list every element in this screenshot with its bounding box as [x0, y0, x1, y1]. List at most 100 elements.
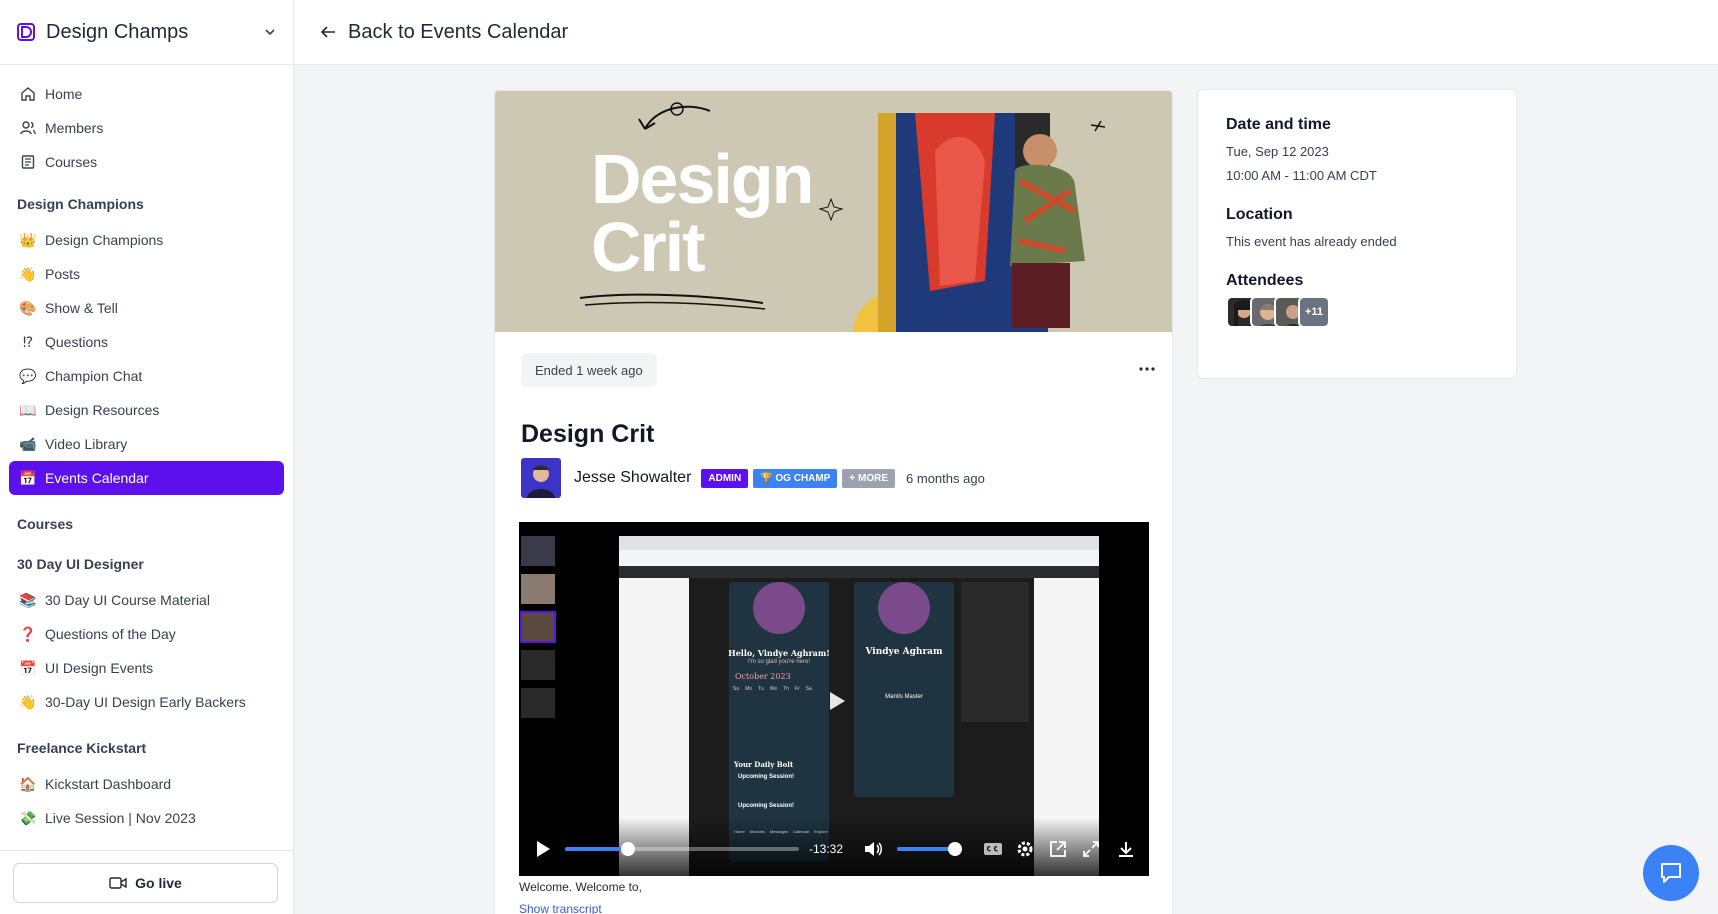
chat-support-button[interactable]	[1643, 845, 1699, 901]
volume-icon[interactable]	[864, 840, 884, 858]
volume-fill	[897, 847, 955, 851]
wave-hand-icon: 👋	[19, 694, 37, 710]
community-switcher[interactable]: Design Champs	[0, 0, 293, 65]
sidebar-item-members[interactable]: Members	[9, 111, 284, 145]
crown-icon: 👑	[19, 232, 37, 248]
weekday: Mo	[745, 686, 753, 692]
volume-slider[interactable]	[897, 842, 962, 856]
sidebar-item-label: Video Library	[45, 436, 128, 452]
screen-month: October 2023	[735, 672, 791, 681]
attendee-list[interactable]: +11	[1226, 296, 1488, 328]
event-video-player[interactable]: Hello, Vindye Aghram! I'm so glad you're…	[519, 522, 1149, 876]
event-banner: Design Crit	[495, 91, 1172, 332]
weekday: Fr	[795, 686, 800, 692]
screen-greeting: Hello, Vindye Aghram!	[728, 648, 830, 658]
sidebar-item-label: Home	[45, 86, 83, 102]
more-options-button[interactable]	[1135, 359, 1159, 379]
event-details-card: Date and time Tue, Sep 12 2023 10:00 AM …	[1197, 89, 1517, 379]
more-badges-button[interactable]: + MORE	[842, 468, 896, 488]
screen-tab: Calendar	[793, 829, 810, 834]
question-mark-icon: ❓	[19, 626, 37, 642]
sidebar-item-label: Members	[45, 120, 104, 136]
attendees-more-count[interactable]: +11	[1298, 296, 1330, 328]
sidebar-item-label: Show & Tell	[45, 300, 118, 316]
sidebar-footer: Go live	[0, 850, 294, 914]
sidebar-item-ui-design-events[interactable]: 📅 UI Design Events	[9, 651, 284, 685]
seek-bar-fill	[565, 847, 629, 851]
sidebar-item-30-day-course-material[interactable]: 📚 30 Day UI Course Material	[9, 583, 284, 617]
sidebar-item-label: Events Calendar	[45, 470, 149, 486]
back-to-events-link[interactable]: Back to Events Calendar	[320, 21, 568, 44]
screen-tab: Messages	[769, 829, 789, 834]
sidebar-nav: Home Members Courses Design Champions 👑 …	[0, 65, 293, 850]
admin-badge: ADMIN	[701, 468, 749, 488]
screen-daily: Your Daily Bolt	[734, 760, 794, 769]
host-name[interactable]: Jesse Showalter	[574, 469, 691, 487]
settings-gear-icon[interactable]	[1016, 840, 1034, 858]
sidebar-item-label: 30 Day UI Course Material	[45, 592, 210, 608]
sidebar-item-posts[interactable]: 👋 Posts	[9, 257, 284, 291]
calendar-icon: 📅	[19, 660, 37, 676]
sidebar-item-courses[interactable]: Courses	[9, 145, 284, 179]
play-icon[interactable]	[535, 840, 551, 858]
go-live-button[interactable]: Go live	[13, 863, 278, 903]
sidebar: Design Champs Home Members Courses Desig…	[0, 0, 294, 914]
status-badge: Ended 1 week ago	[521, 353, 657, 387]
home-icon	[19, 85, 37, 103]
event-host: Jesse Showalter ADMIN 🏆 OG CHAMP + MORE …	[521, 458, 985, 498]
top-bar: Back to Events Calendar	[294, 0, 1718, 65]
back-label: Back to Events Calendar	[348, 20, 569, 43]
chevron-down-icon	[265, 29, 275, 36]
brand-logo-icon	[17, 23, 35, 41]
seek-bar[interactable]	[565, 842, 799, 856]
sidebar-item-video-library[interactable]: 📹 Video Library	[9, 427, 284, 461]
video-caption: Welcome. Welcome to,	[519, 880, 642, 894]
download-icon[interactable]	[1117, 840, 1135, 858]
sidebar-item-champion-chat[interactable]: 💬 Champion Chat	[9, 359, 284, 393]
open-book-icon: 📖	[19, 402, 37, 418]
banner-title-line-1: Design	[591, 140, 814, 218]
money-icon: 💸	[19, 810, 37, 826]
sidebar-item-label: Design Resources	[45, 402, 160, 418]
members-icon	[19, 119, 37, 137]
screen-tab: Home	[734, 829, 745, 834]
event-location: This event has already ended	[1226, 234, 1397, 249]
go-live-label: Go live	[135, 875, 182, 891]
sidebar-item-events-calendar[interactable]: 📅 Events Calendar	[9, 461, 284, 495]
sidebar-item-live-session[interactable]: 💸 Live Session | Nov 2023	[9, 801, 284, 835]
books-icon: 📚	[19, 592, 37, 608]
attendees-heading: Attendees	[1226, 272, 1304, 289]
sidebar-item-label: Courses	[45, 154, 98, 170]
sidebar-item-label: Kickstart Dashboard	[45, 776, 172, 792]
sidebar-item-early-backers[interactable]: 👋 30-Day UI Design Early Backers	[9, 685, 284, 719]
host-avatar[interactable]	[521, 458, 561, 498]
date-time-heading: Date and time	[1226, 116, 1331, 133]
sidebar-item-design-resources[interactable]: 📖 Design Resources	[9, 393, 284, 427]
chat-bubble-icon	[1661, 863, 1681, 883]
wave-hand-icon: 👋	[19, 266, 37, 282]
sidebar-item-label: Live Session | Nov 2023	[45, 810, 196, 826]
video-camera-icon	[109, 877, 127, 889]
popout-icon[interactable]	[1049, 840, 1067, 858]
sidebar-item-home[interactable]: Home	[9, 77, 284, 111]
fullscreen-icon[interactable]	[1082, 840, 1100, 858]
weekday: Tu	[758, 686, 764, 692]
volume-handle[interactable]	[947, 842, 962, 856]
show-transcript-link[interactable]: Show transcript	[519, 902, 602, 914]
video-camera-icon: 📹	[19, 436, 37, 452]
screen-pill: Mantis Master	[885, 694, 923, 700]
sidebar-item-questions-of-the-day[interactable]: ❓ Questions of the Day	[9, 617, 284, 651]
sidebar-item-show-and-tell[interactable]: 🎨 Show & Tell	[9, 291, 284, 325]
event-time: 10:00 AM - 11:00 AM CDT	[1226, 168, 1377, 183]
closed-captions-icon[interactable]	[983, 842, 1003, 856]
sidebar-item-label: Questions	[45, 334, 109, 350]
sidebar-item-questions[interactable]: ⁉ Questions	[9, 325, 284, 359]
event-date: Tue, Sep 12 2023	[1226, 144, 1329, 159]
sidebar-item-label: Questions of the Day	[45, 626, 176, 642]
sidebar-item-design-champions[interactable]: 👑 Design Champions	[9, 223, 284, 257]
weekday: We	[769, 686, 778, 692]
screen-tab: Modules	[749, 829, 765, 834]
screen-tab: Explore	[814, 829, 828, 834]
screen-subtitle: I'm so glad you're here!	[748, 659, 810, 665]
sidebar-item-kickstart-dashboard[interactable]: 🏠 Kickstart Dashboard	[9, 767, 284, 801]
